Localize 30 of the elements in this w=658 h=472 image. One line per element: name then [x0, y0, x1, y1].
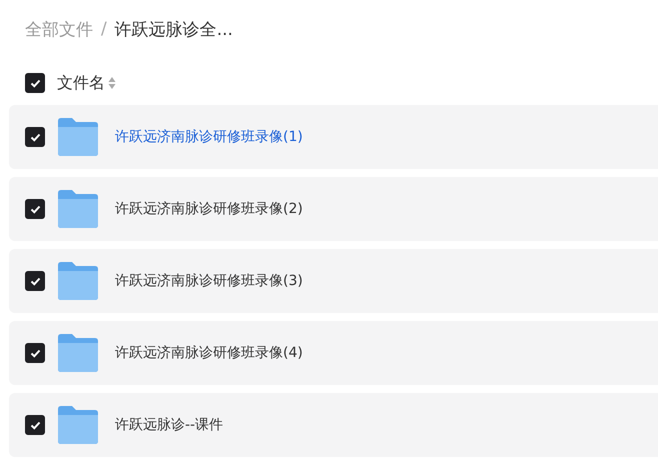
check-icon: [30, 132, 40, 142]
column-header[interactable]: 文件名: [57, 72, 105, 94]
checkbox[interactable]: [25, 73, 45, 93]
file-name[interactable]: 许跃远济南脉诊研修班录像(1): [115, 128, 303, 146]
file-row[interactable]: 许跃远济南脉诊研修班录像(3): [9, 249, 658, 313]
folder-icon: [58, 406, 98, 444]
file-name[interactable]: 许跃远脉诊--课件: [115, 416, 224, 434]
checkbox[interactable]: [25, 127, 45, 147]
breadcrumb-item: 许跃远脉诊全...: [114, 18, 233, 40]
file-name[interactable]: 许跃远济南脉诊研修班录像(3): [115, 272, 303, 290]
file-name[interactable]: 许跃远济南脉诊研修班录像(4): [115, 344, 303, 362]
folder-icon: [58, 118, 98, 156]
folder-icon: [58, 334, 98, 372]
check-icon: [30, 276, 40, 286]
check-icon: [30, 348, 40, 358]
folder-icon: [58, 190, 98, 228]
file-row[interactable]: 许跃远济南脉诊研修班录像(2): [9, 177, 658, 241]
file-name[interactable]: 许跃远济南脉诊研修班录像(2): [115, 200, 303, 218]
check-icon: [30, 78, 40, 88]
checkbox[interactable]: [25, 271, 45, 291]
file-row[interactable]: 许跃远脉诊--课件: [9, 393, 658, 457]
file-row[interactable]: 许跃远济南脉诊研修班录像(1): [9, 105, 658, 169]
check-icon: [30, 204, 40, 214]
checkbox[interactable]: [25, 199, 45, 219]
breadcrumb-separator: /: [101, 19, 107, 39]
file-row[interactable]: 许跃远济南脉诊研修班录像(4): [9, 321, 658, 385]
folder-icon: [58, 262, 98, 300]
checkbox[interactable]: [25, 415, 45, 435]
checkbox[interactable]: [25, 343, 45, 363]
check-icon: [30, 420, 40, 430]
